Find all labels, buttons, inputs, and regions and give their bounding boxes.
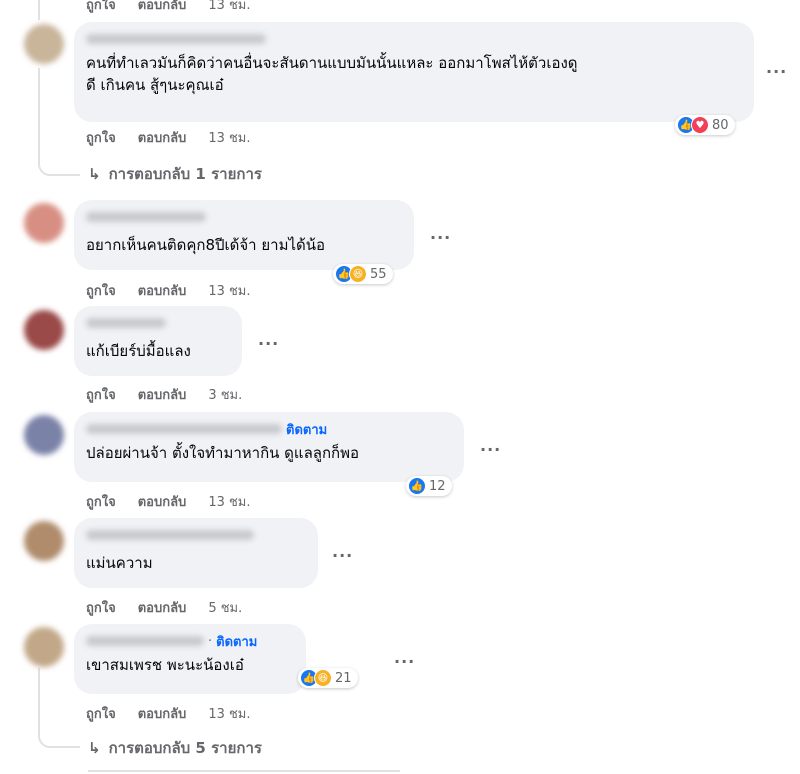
avatar[interactable] [24,24,64,64]
more-options-button[interactable]: ··· [394,652,415,671]
comment-actions: ถูกใจ ตอบกลับ 13 ชม. [86,491,251,512]
view-replies-link[interactable]: ↳ การตอบกลับ 5 รายการ [88,736,262,760]
comment-actions: ถูกใจ ตอบกลับ 3 ชม. [86,384,242,405]
comment-bubble: แม่นความ [74,518,318,588]
commenter-name[interactable] [86,30,742,48]
more-options-button[interactable]: ··· [430,228,451,247]
timestamp[interactable]: 13 ชม. [208,491,250,512]
reply-button[interactable]: ตอบกลับ [138,280,187,301]
reply-button[interactable]: ตอบกลับ [138,491,187,512]
timestamp[interactable]: 3 ชม. [208,384,242,405]
comment-text: แก้เบียร์บ่มื้อแลง [86,342,191,360]
comment-actions: ถูกใจ ตอบกลับ 13 ชม. [86,0,251,15]
comment-bubble: · ติดตาม เขาสมเพรช พะนะน้องเอ๋ [74,624,306,694]
reaction-summary[interactable]: 👍 ♥ 80 [675,115,735,135]
comment-text: ปล่อยผ่านจ้า ตั้งใจทำมาหากิน ดูแลลูกก็พอ [86,444,360,462]
reaction-count: 21 [335,670,352,686]
like-button[interactable]: ถูกใจ [86,0,116,15]
thread-line [38,0,40,20]
avatar[interactable] [24,310,64,350]
comment-bubble: อยากเห็นคนติดคุก8ปีเด้จ้า ยามได้น้อ [74,200,414,270]
avatar[interactable] [24,415,64,455]
reply-button[interactable]: ตอบกลับ [138,127,187,148]
avatar[interactable] [24,521,64,561]
commenter-name[interactable] [86,314,230,332]
reaction-summary[interactable]: 👍 😆 21 [298,668,358,688]
reaction-count: 80 [712,117,729,133]
reaction-summary[interactable]: 👍 12 [406,476,452,496]
timestamp[interactable]: 13 ชม. [208,703,250,724]
comment-actions: ถูกใจ ตอบกลับ 13 ชม. [86,127,251,148]
commenter-name[interactable] [86,208,402,226]
more-options-button[interactable]: ··· [766,62,787,81]
comment-actions: ถูกใจ ตอบกลับ 13 ชม. [86,280,251,301]
reply-button[interactable]: ตอบกลับ [138,384,187,405]
more-options-button[interactable]: ··· [332,546,353,565]
name-separator: · [208,633,213,649]
commenter-name[interactable] [86,526,306,544]
follow-button[interactable]: ติดตาม [216,631,257,652]
comment-text: แม่นความ [86,554,153,572]
follow-button[interactable]: ติดตาม [286,419,327,440]
like-button[interactable]: ถูกใจ [86,703,116,724]
love-icon: ♥ [691,116,709,134]
timestamp[interactable]: 13 ชม. [208,0,250,15]
commenter-name: · ติดตาม [86,632,294,650]
reply-button[interactable]: ตอบกลับ [138,597,187,618]
avatar[interactable] [24,203,64,243]
avatar[interactable] [24,627,64,667]
like-icon: 👍 [408,477,426,495]
reply-button[interactable]: ตอบกลับ [138,0,187,15]
like-button[interactable]: ถูกใจ [86,384,116,405]
reaction-count: 12 [429,478,446,494]
more-options-button[interactable]: ··· [480,440,501,459]
more-options-button[interactable]: ··· [258,334,279,353]
comment-actions: ถูกใจ ตอบกลับ 13 ชม. [86,703,251,724]
like-button[interactable]: ถูกใจ [86,280,116,301]
comment-bubble: คนที่ทำเลวมันก็คิดว่าคนอื่นจะสันดานแบบมั… [74,22,754,122]
comment-actions: ถูกใจ ตอบกลับ 5 ชม. [86,597,242,618]
commenter-name: ติดตาม [86,420,452,438]
timestamp[interactable]: 13 ชม. [208,280,250,301]
haha-icon: 😆 [349,265,367,283]
timestamp[interactable]: 13 ชม. [208,127,250,148]
reaction-count: 55 [370,266,387,282]
comment-text: อยากเห็นคนติดคุก8ปีเด้จ้า ยามได้น้อ [86,236,326,254]
comment-bubble: แก้เบียร์บ่มื้อแลง [74,306,242,376]
view-replies-link[interactable]: ↳ การตอบกลับ 1 รายการ [88,162,262,186]
comment-bubble: ติดตาม ปล่อยผ่านจ้า ตั้งใจทำมาหากิน ดูแล… [74,412,464,482]
comment-text: คนที่ทำเลวมันก็คิดว่าคนอื่นจะสันดานแบบมั… [86,54,578,94]
like-button[interactable]: ถูกใจ [86,491,116,512]
timestamp[interactable]: 5 ชม. [208,597,242,618]
reaction-summary[interactable]: 👍 😆 55 [333,264,393,284]
divider [88,770,400,772]
like-button[interactable]: ถูกใจ [86,127,116,148]
like-button[interactable]: ถูกใจ [86,597,116,618]
reply-arrow-icon: ↳ [88,739,101,757]
comment-text: เขาสมเพรช พะนะน้องเอ๋ [86,656,244,674]
haha-icon: 😆 [314,669,332,687]
reply-button[interactable]: ตอบกลับ [138,703,187,724]
reply-arrow-icon: ↳ [88,165,101,183]
